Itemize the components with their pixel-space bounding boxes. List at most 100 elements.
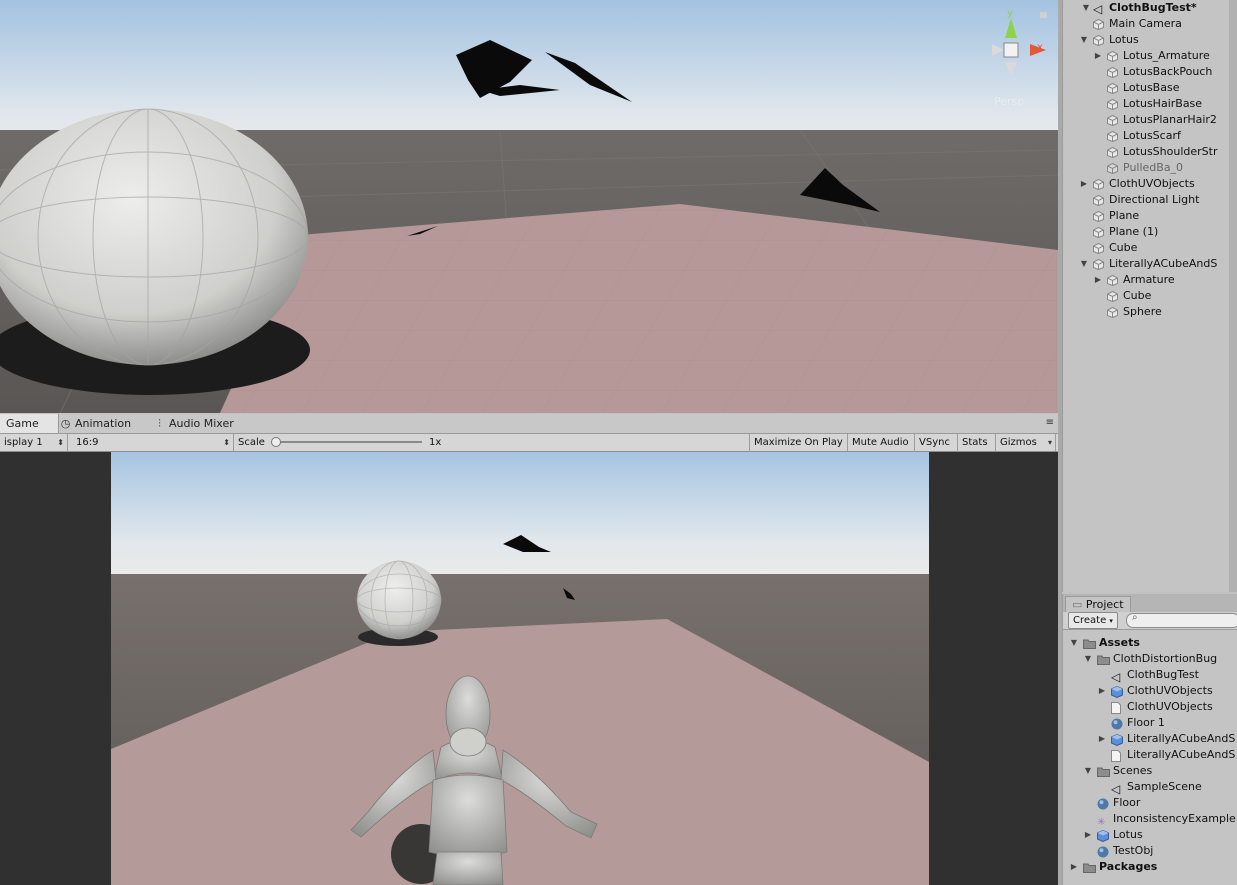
aspect-dropdown[interactable]: 16:9 ⬍ (72, 434, 234, 451)
chevron-down-icon[interactable]: ▼ (1069, 635, 1079, 651)
project-search-input[interactable] (1143, 614, 1233, 626)
chevron-right-icon[interactable]: ▶ (1097, 683, 1107, 699)
hierarchy-item-label: Directional Light (1109, 193, 1200, 206)
project-item[interactable]: ▶ ClothUVObjects (1063, 683, 1237, 699)
scene-sphere[interactable] (0, 109, 308, 365)
hierarchy-item-label: Lotus_Armature (1123, 49, 1210, 62)
prefab-icon (1111, 685, 1125, 699)
chevron-right-icon[interactable]: ▶ (1069, 859, 1079, 875)
hierarchy-scrollbar[interactable] (1228, 0, 1237, 592)
hierarchy-item[interactable]: Main Camera (1063, 16, 1228, 32)
project-item[interactable]: ▼ ClothDistortionBug (1063, 651, 1237, 667)
project-item[interactable]: ✳ InconsistencyExample (1063, 811, 1237, 828)
scale-slider-track[interactable] (274, 441, 422, 443)
hierarchy-item[interactable]: ▼ LiterallyACubeAndS (1063, 256, 1228, 272)
gameobject-cube-icon (1093, 194, 1104, 207)
create-button[interactable]: Create ▾ (1068, 612, 1118, 629)
hierarchy-item[interactable]: ▶ ClothUVObjects (1063, 176, 1228, 192)
hierarchy-item[interactable]: LotusShoulderStr (1063, 144, 1228, 160)
project-item[interactable]: ▶ Packages (1063, 859, 1237, 875)
chevron-down-icon[interactable]: ▼ (1083, 763, 1093, 779)
hierarchy-item[interactable]: LotusPlanarHair2 (1063, 112, 1228, 128)
stats-label: Stats (962, 437, 988, 448)
display-dropdown[interactable]: isplay 1 ⬍ (0, 434, 68, 451)
project-item-label: TestObj (1113, 844, 1154, 857)
hierarchy-item[interactable]: Cube (1063, 288, 1228, 304)
tab-project[interactable]: ▭ Project (1065, 596, 1131, 613)
project-item-label: ClothDistortionBug (1113, 652, 1218, 665)
folder-icon (1097, 654, 1111, 665)
hierarchy-item[interactable]: ▶ Armature (1063, 272, 1228, 288)
project-item[interactable]: ClothUVObjects (1063, 699, 1237, 715)
project-item[interactable]: TestObj (1063, 843, 1237, 859)
game-render[interactable] (111, 452, 929, 885)
tab-game-label: Game (6, 417, 39, 430)
gizmos-dropdown[interactable]: Gizmos ▾ (996, 434, 1056, 451)
hierarchy-item-label: LotusPlanarHair2 (1123, 113, 1217, 126)
project-tab-bar: ▭ Project (1063, 594, 1237, 613)
hierarchy-item-label: Main Camera (1109, 17, 1182, 30)
project-item[interactable]: ▼ Scenes (1063, 763, 1237, 779)
scale-value: 1x (429, 437, 442, 448)
tab-audio-mixer[interactable]: ⫶ Audio Mixer (148, 414, 240, 433)
vsync-toggle[interactable]: VSync (915, 434, 958, 451)
project-item-label: Floor 1 (1127, 716, 1165, 729)
chevron-down-icon[interactable]: ▼ (1079, 32, 1089, 48)
hierarchy-item[interactable]: Directional Light (1063, 192, 1228, 208)
tab-game[interactable]: Game (0, 414, 59, 433)
hierarchy-item[interactable]: ▶ Lotus_Armature (1063, 48, 1228, 64)
project-item[interactable]: ▶ LiterallyACubeAndS (1063, 731, 1237, 747)
project-item[interactable]: ◁ ClothBugTest (1063, 667, 1237, 683)
project-item[interactable]: ▶ Lotus (1063, 827, 1237, 843)
hierarchy-item[interactable]: PulledBa_0 (1063, 160, 1228, 176)
mute-audio-toggle[interactable]: Mute Audio (848, 434, 915, 451)
scale-slider-handle[interactable] (271, 437, 281, 447)
game-view[interactable] (0, 452, 1058, 885)
gameobject-cube-icon (1107, 66, 1118, 79)
hierarchy-item[interactable]: LotusScarf (1063, 128, 1228, 144)
project-search-field[interactable]: ⌕ (1126, 612, 1237, 628)
hierarchy-item[interactable]: Plane (1063, 208, 1228, 224)
chevron-down-icon[interactable]: ▼ (1083, 651, 1093, 667)
chevron-right-icon[interactable]: ▶ (1093, 272, 1103, 288)
chevron-right-icon[interactable]: ▶ (1093, 48, 1103, 64)
chevron-down-icon[interactable]: ▼ (1079, 256, 1089, 272)
tab-animation-label: Animation (75, 417, 132, 430)
project-item-label: SampleScene (1127, 780, 1202, 793)
hierarchy-item[interactable]: LotusHairBase (1063, 96, 1228, 112)
chevron-down-icon[interactable]: ▼ (1081, 0, 1091, 16)
hierarchy-item[interactable]: LotusBackPouch (1063, 64, 1228, 80)
hierarchy-item[interactable]: Sphere (1063, 304, 1228, 320)
hierarchy-item[interactable]: LotusBase (1063, 80, 1228, 96)
hierarchy-item[interactable]: Plane (1) (1063, 224, 1228, 240)
project-item[interactable]: ◁ SampleScene (1063, 779, 1237, 795)
gameobject-cube-icon (1093, 18, 1104, 31)
hierarchy-item-label: LotusScarf (1123, 129, 1181, 142)
project-item[interactable]: Floor (1063, 795, 1237, 811)
project-item-label: LiterallyACubeAndS (1127, 748, 1236, 761)
gizmo-y-label: y (1007, 8, 1013, 19)
panel-menu-icon[interactable]: ≡ (1046, 417, 1054, 428)
gameobject-cube-icon (1093, 34, 1104, 47)
maximize-on-play-label: Maximize On Play (754, 437, 843, 448)
create-label: Create (1073, 615, 1107, 626)
maximize-on-play-toggle[interactable]: Maximize On Play (750, 434, 848, 451)
hierarchy-scene-root[interactable]: ▼ ◁ ClothBugTest* (1063, 0, 1228, 16)
project-item[interactable]: Floor 1 (1063, 715, 1237, 731)
project-item[interactable]: ▼ Assets (1063, 635, 1237, 651)
hierarchy-item-label: PulledBa_0 (1123, 161, 1184, 174)
chevron-right-icon[interactable]: ▶ (1083, 827, 1093, 843)
hierarchy-item-label: LotusHairBase (1123, 97, 1203, 110)
hierarchy-item[interactable]: Cube (1063, 240, 1228, 256)
lock-icon[interactable] (1040, 12, 1047, 18)
chevron-right-icon[interactable]: ▶ (1097, 731, 1107, 747)
hierarchy-item[interactable]: ▼ Lotus (1063, 32, 1228, 48)
folder-icon: ▭ (1072, 598, 1083, 611)
stats-toggle[interactable]: Stats (958, 434, 996, 451)
tab-animation[interactable]: ◷ Animation (54, 414, 137, 433)
gameobject-cube-icon (1107, 290, 1118, 303)
chevron-right-icon[interactable]: ▶ (1079, 176, 1089, 192)
project-item[interactable]: LiterallyACubeAndS (1063, 747, 1237, 763)
scene-view[interactable]: y x Persp (0, 0, 1058, 413)
gameobject-cube-icon (1107, 50, 1118, 63)
